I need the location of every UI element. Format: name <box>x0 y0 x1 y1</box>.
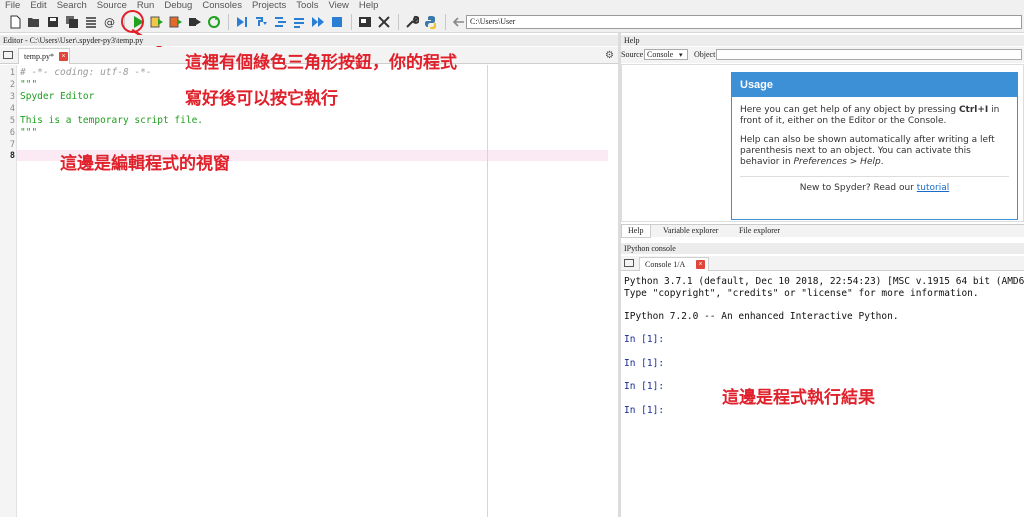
menu-source[interactable]: Source <box>97 0 127 11</box>
toolbar-separator <box>398 13 399 30</box>
object-label: Object <box>694 50 716 59</box>
code-line[interactable]: Spyder Editor <box>20 91 94 102</box>
editor-annotation: 這邊是編輯程式的視窗 <box>60 154 230 174</box>
code-line[interactable]: # -*- coding: utf-8 -*- <box>20 67 152 78</box>
menu-consoles[interactable]: Consoles <box>202 0 242 11</box>
menu-projects[interactable]: Projects <box>252 0 286 11</box>
console-prompt: In [1]: <box>624 358 665 369</box>
debug-icon[interactable] <box>233 13 251 31</box>
object-input[interactable] <box>716 49 1022 60</box>
chevron-down-icon[interactable]: ▾ <box>679 47 683 63</box>
console-line: Python 3.7.1 (default, Dec 10 2018, 22:5… <box>624 276 1024 287</box>
wrench-icon[interactable] <box>403 13 421 31</box>
usage-footer: New to Spyder? Read our tutorial <box>740 183 1009 194</box>
maximize-icon[interactable] <box>356 13 374 31</box>
python-icon[interactable] <box>422 13 440 31</box>
console-tab-bar: Console 1/A × <box>621 256 1024 271</box>
usage-heading: Usage <box>732 73 1017 97</box>
step-return-icon[interactable] <box>290 13 308 31</box>
console-line: Type "copyright", "credits" or "license"… <box>624 288 979 299</box>
line-number: 8 <box>9 151 15 161</box>
menu-run[interactable]: Run <box>137 0 154 11</box>
fullscreen-icon[interactable] <box>375 13 393 31</box>
menu-file[interactable]: File <box>5 0 20 11</box>
menu-view[interactable]: View <box>328 0 348 11</box>
run-button-annotation-2: 寫好後可以按它執行 <box>185 89 338 109</box>
usage-box: Usage Here you can get help of any objec… <box>731 72 1018 220</box>
run-button-annotation: 這裡有個綠色三角形按鈕，你的程式 <box>185 53 457 73</box>
new-file-icon[interactable] <box>6 13 24 31</box>
line-number: 6 <box>9 128 15 138</box>
shortcut-key: Ctrl+I <box>958 105 989 115</box>
menu-tools[interactable]: Tools <box>296 0 318 11</box>
console-line: IPython 7.2.0 -- An enhanced Interactive… <box>624 311 899 322</box>
console-prompt: In [1]: <box>624 334 665 345</box>
line-number: 4 <box>9 104 15 114</box>
usage-paragraph-2: Help can also be shown automatically aft… <box>740 135 1009 168</box>
close-icon[interactable]: × <box>696 260 705 269</box>
tab-file-explorer[interactable]: File explorer <box>733 225 786 238</box>
preferences-path: Preferences > Help <box>793 157 881 167</box>
editor-tab-temp[interactable]: temp.py* × <box>18 48 70 64</box>
editor-pane-title: Editor - C:\Users\User\.spyder-py3\temp.… <box>0 35 618 46</box>
menu-search[interactable]: Search <box>57 0 87 11</box>
console-prompt: In [1]: <box>624 381 665 392</box>
line-number: 5 <box>9 116 15 126</box>
step-into-icon[interactable] <box>271 13 289 31</box>
line-number: 1 <box>9 68 15 78</box>
tab-help[interactable]: Help <box>621 225 651 238</box>
menu-help[interactable]: Help <box>359 0 379 11</box>
ipython-pane-title: IPython console <box>621 243 1024 254</box>
browse-tabs-icon[interactable] <box>3 51 13 59</box>
help-pane-title: Help <box>621 35 1024 46</box>
step-icon[interactable] <box>252 13 270 31</box>
source-select-value: Console <box>647 50 674 59</box>
at-icon[interactable]: @ <box>101 13 119 31</box>
help-toolbar: Source Console ▾ Object <box>621 47 1024 63</box>
stop-icon[interactable] <box>328 13 346 31</box>
outline-icon[interactable] <box>82 13 100 31</box>
console-prompt: In [1]: <box>624 405 665 416</box>
edge-line <box>487 65 488 517</box>
toolbar-separator <box>445 13 446 30</box>
code-line[interactable]: This is a temporary script file. <box>20 115 203 126</box>
source-label: Source <box>621 50 644 59</box>
help-tab-bar: Help Variable explorer File explorer <box>621 224 1024 238</box>
editor-tab-label: temp.py* <box>24 52 54 61</box>
menu-edit[interactable]: Edit <box>30 0 46 11</box>
divider <box>740 176 1009 177</box>
rerun-icon[interactable] <box>205 13 223 31</box>
save-icon[interactable] <box>44 13 62 31</box>
console-annotation: 這邊是程式執行結果 <box>722 388 875 408</box>
usage-text: . <box>880 157 884 167</box>
toolbar-separator <box>351 13 352 30</box>
tutorial-link[interactable]: tutorial <box>917 183 949 193</box>
line-number: 7 <box>9 140 15 150</box>
svg-text:@: @ <box>104 16 115 29</box>
usage-text: New to Spyder? Read our <box>799 183 917 193</box>
usage-text: Here you can get help of any object by p… <box>740 105 959 115</box>
open-icon[interactable] <box>25 13 43 31</box>
console-tab[interactable]: Console 1/A × <box>639 257 709 271</box>
usage-paragraph-1: Here you can get help of any object by p… <box>740 105 1009 127</box>
close-icon[interactable]: × <box>59 52 68 61</box>
code-line[interactable]: """ <box>20 127 37 138</box>
menu-bar: File Edit Search Source Run Debug Consol… <box>0 0 1024 11</box>
line-number: 3 <box>9 92 15 102</box>
save-all-icon[interactable] <box>63 13 81 31</box>
toolbar-separator <box>228 13 229 30</box>
menu-debug[interactable]: Debug <box>164 0 192 11</box>
code-line[interactable]: """ <box>20 79 37 90</box>
continue-icon[interactable] <box>309 13 327 31</box>
browse-tabs-icon[interactable] <box>624 259 634 267</box>
working-directory-input[interactable]: C:\Users\User <box>466 15 1022 29</box>
gear-icon[interactable]: ⚙ <box>605 50 614 61</box>
console-tab-label: Console 1/A <box>645 260 686 269</box>
line-number: 2 <box>9 80 15 90</box>
tab-variable-explorer[interactable]: Variable explorer <box>657 225 724 238</box>
